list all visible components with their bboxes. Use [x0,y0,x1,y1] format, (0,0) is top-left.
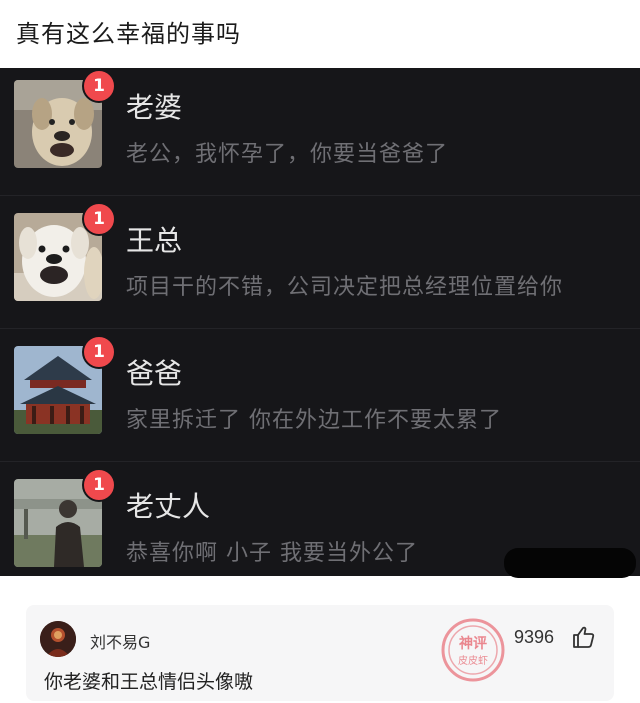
unread-badge: 1 [82,69,116,103]
chat-item-boss[interactable]: 1 王总 项目干的不错，公司决定把总经理位置给你 [0,201,640,329]
chat-item-dad[interactable]: 1 爸爸 家里拆迁了 你在外边工作不要太累了 [0,334,640,462]
chat-item-wife[interactable]: 1 老婆 老公，我怀孕了，你要当爸爸了 [0,68,640,196]
like-count: 9396 [514,627,555,647]
contact-name: 王总 [126,224,183,257]
message-preview: 项目干的不错，公司决定把总经理位置给你 [126,275,564,300]
redaction-mark [504,548,636,578]
unread-badge: 1 [82,468,116,502]
user-avatar[interactable] [40,621,76,657]
unread-badge: 1 [82,335,116,369]
message-preview: 恭喜你啊 小子 我要当外公了 [126,541,418,566]
message-preview: 家里拆迁了 你在外边工作不要太累了 [126,408,502,433]
svg-text:神评: 神评 [459,635,487,652]
stamp-icon: 神评 皮皮虾 [438,615,508,689]
contact-name: 爸爸 [126,357,183,390]
comment-text: 你老婆和王总情侣头像嗷 [44,671,254,693]
svg-text:皮皮虾: 皮皮虾 [458,654,488,667]
comment-card: 刘不易G 你老婆和王总情侣头像嗷 神评 皮皮虾 9396 [26,605,614,701]
contact-name: 老丈人 [126,490,211,523]
chat-list: 1 老婆 老公，我怀孕了，你要当爸爸了 1 王总 项目干的不错，公司决定把总经理… [0,68,640,576]
unread-badge: 1 [82,202,116,236]
message-preview: 老公，我怀孕了，你要当爸爸了 [126,142,449,167]
post-title: 真有这么幸福的事吗 [16,20,241,48]
contact-name: 老婆 [126,91,183,124]
thumbs-up-icon[interactable] [572,625,596,653]
comment-username[interactable]: 刘不易G [90,629,150,653]
